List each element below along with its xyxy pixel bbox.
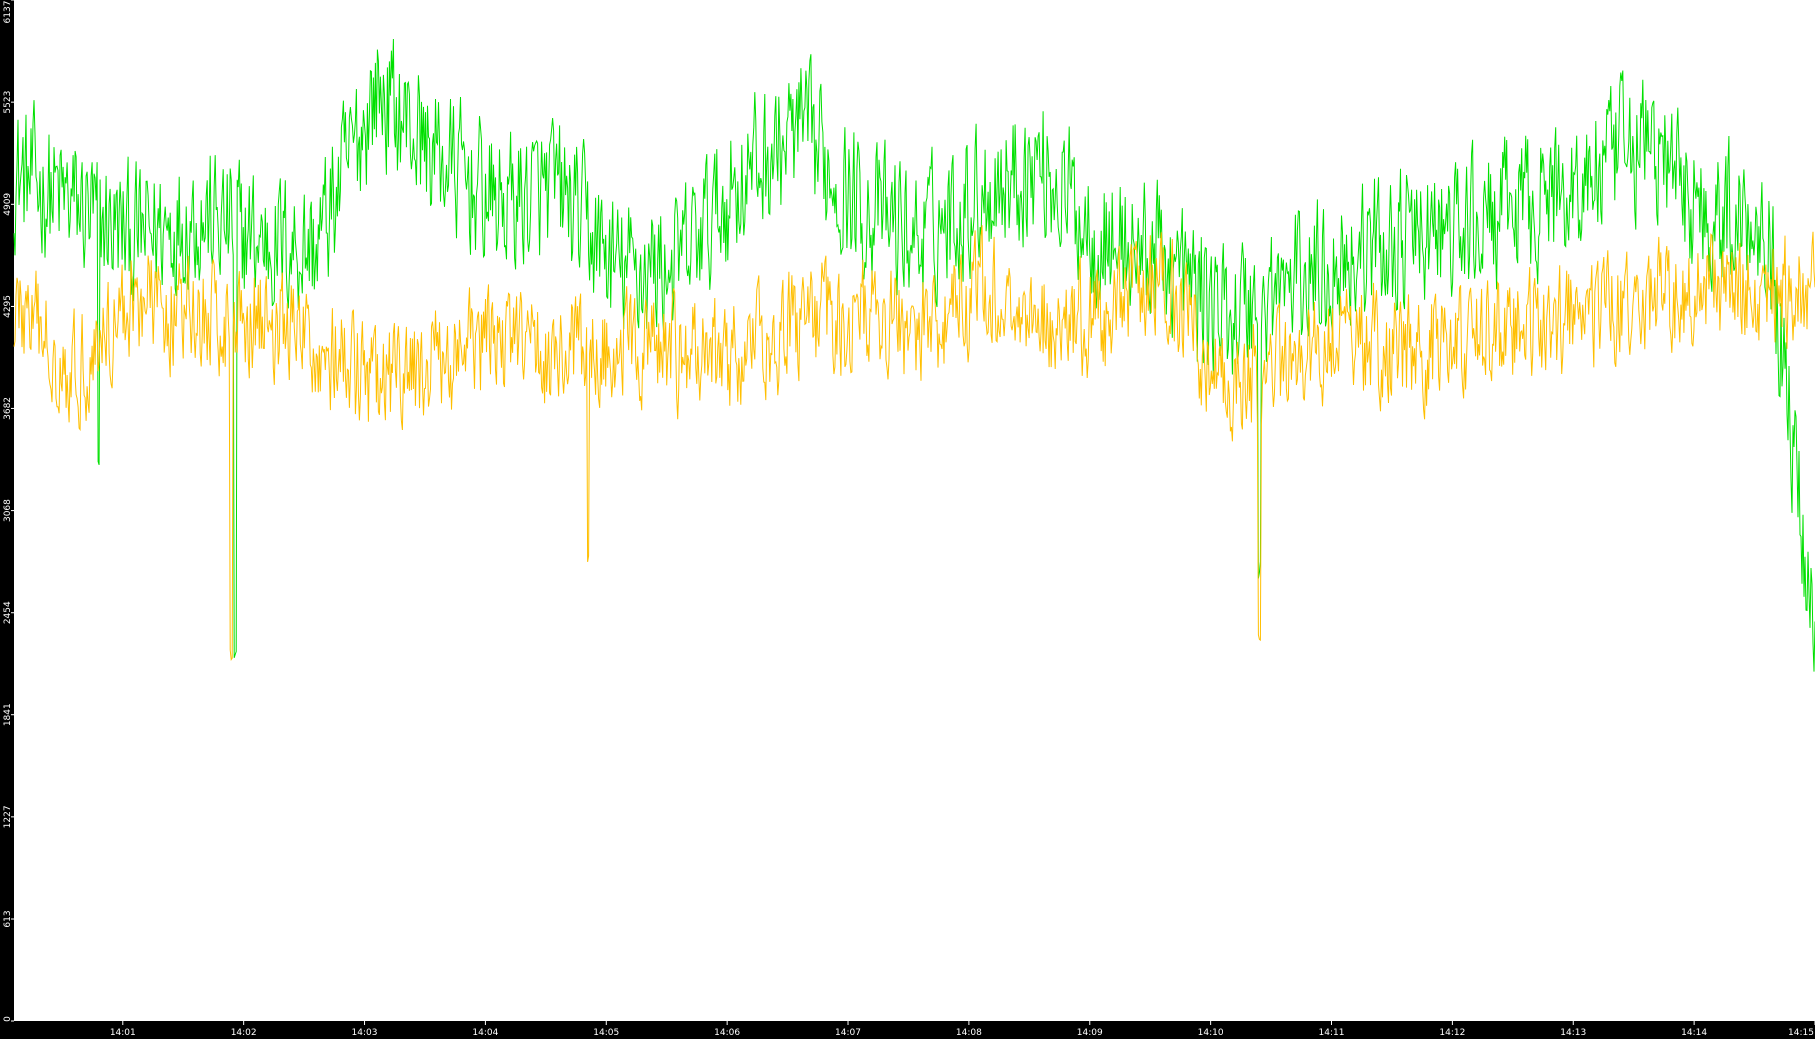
x-tick-label: 14:06 (714, 1028, 740, 1038)
x-tick-label: 14:03 (352, 1028, 378, 1038)
y-tick-label: 6137 (3, 1, 13, 24)
x-tick-label: 14:07 (835, 1028, 861, 1038)
plot-area (14, 0, 1815, 1021)
x-tick-label: 14:04 (472, 1028, 498, 1038)
line-chart: 0613122718412454306836824295490955236137… (3, 0, 1815, 1038)
x-tick-label: 14:13 (1560, 1028, 1586, 1038)
x-axis: 14:01 14:02 14:03 14:04 14:05 14:06 14:07 14:08… (110, 1021, 1815, 1038)
x-tick-label: 14:08 (956, 1028, 982, 1038)
x-tick-label: 14:10 (1198, 1028, 1224, 1038)
x-tick-label: 14:02 (231, 1028, 257, 1038)
x-tick-label: 14:15 (1788, 1028, 1814, 1038)
x-tick-label: 14:12 (1439, 1028, 1465, 1038)
x-tick-label: 14:14 (1681, 1028, 1707, 1038)
chart-root: 0 613 1227 1841 2454 3068 3682 4295 4909 5523 6137… (0, 0, 1815, 1039)
y-axis: 0613122718412454306836824295490955236137 (3, 0, 14, 1022)
x-tick-label: 14:05 (593, 1028, 619, 1038)
x-tick-label: 14:11 (1319, 1028, 1345, 1038)
x-tick-label: 14:01 (110, 1028, 136, 1038)
x-tick-label: 14:09 (1077, 1028, 1103, 1038)
